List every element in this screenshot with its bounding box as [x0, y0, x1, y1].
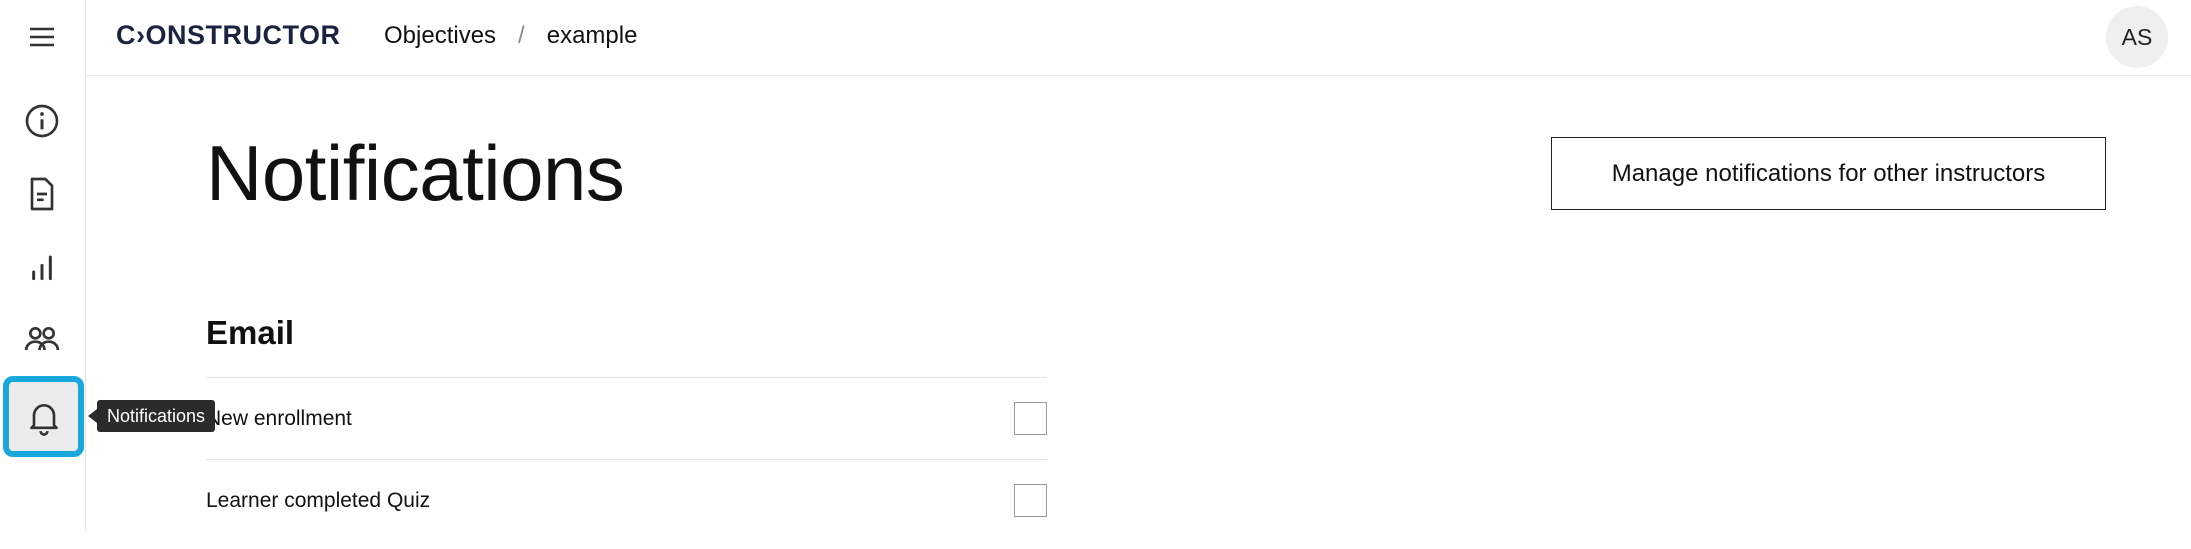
page-title: Notifications [206, 129, 625, 217]
document-icon [30, 177, 54, 211]
manage-notifications-button[interactable]: Manage notifications for other instructo… [1551, 137, 2106, 210]
sidebar-item-document[interactable] [5, 157, 79, 231]
breadcrumb-separator: / [518, 22, 525, 49]
setting-label: Learner completed Quiz [206, 488, 431, 512]
hamburger-icon [30, 27, 54, 47]
breadcrumb-item-current: example [546, 22, 638, 49]
setting-row-quiz-completed: Learner completed Quiz [206, 459, 1047, 541]
new-enrollment-checkbox[interactable] [1014, 402, 1047, 435]
email-section-title: Email [206, 314, 295, 351]
user-avatar[interactable]: AS [2106, 6, 2168, 68]
top-header: C›ONSTRUCTOR Objectives / example AS [86, 0, 2191, 76]
setting-row-new-enrollment: New enrollment [206, 377, 1047, 459]
setting-label: New enrollment [206, 406, 352, 430]
sidebar-item-learners[interactable] [5, 303, 79, 377]
constructor-logo[interactable]: C›ONSTRUCTOR [116, 20, 341, 51]
people-icon [24, 327, 60, 351]
breadcrumb-item-objectives[interactable]: Objectives [384, 22, 496, 50]
breadcrumb: Objectives / example [384, 22, 637, 50]
bar-chart-icon [32, 255, 52, 281]
sidebar-item-info[interactable] [5, 84, 79, 158]
sidebar-item-notifications[interactable] [3, 376, 84, 457]
menu-button[interactable] [5, 0, 79, 74]
notifications-tooltip: Notifications [87, 400, 216, 432]
email-settings-list: New enrollment Learner completed Quiz [206, 377, 1047, 541]
quiz-completed-checkbox[interactable] [1014, 484, 1047, 517]
sidebar-item-analytics[interactable] [5, 230, 79, 304]
bell-icon [29, 403, 58, 436]
info-icon [25, 104, 59, 138]
sidebar [0, 0, 86, 532]
